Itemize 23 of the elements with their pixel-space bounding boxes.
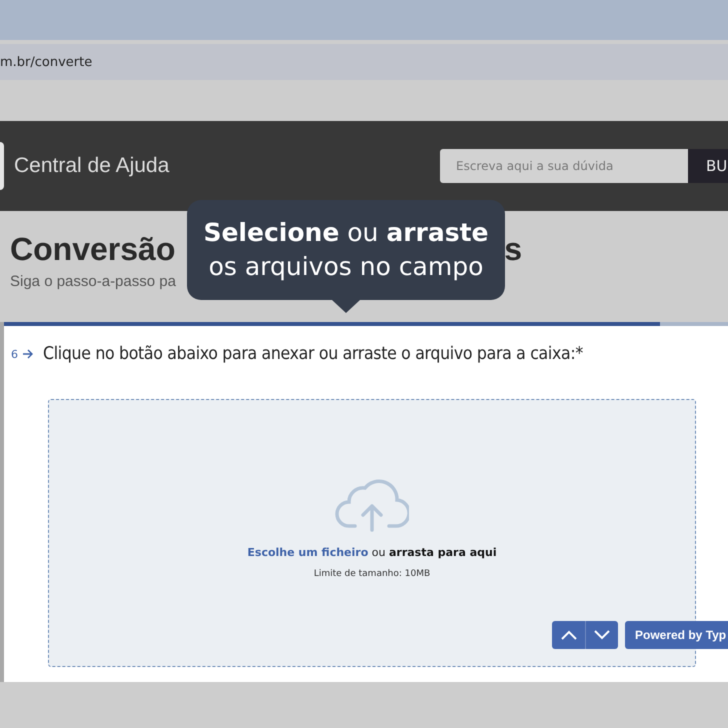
next-button[interactable]: [585, 621, 618, 649]
search-field[interactable]: Escreva aqui a sua dúvida: [440, 149, 688, 183]
tooltip: Selecione ou arraste os arquivos no campo: [187, 200, 505, 300]
arrow-icon: [22, 349, 34, 359]
chevron-down-icon: [593, 630, 611, 640]
size-limit-text: Limite de tamanho: 10MB: [314, 569, 430, 579]
choose-file-link[interactable]: Escolhe um ficheiro: [247, 546, 368, 559]
page-heading: s: [504, 231, 522, 267]
powered-by-button[interactable]: Powered by Typ: [625, 621, 728, 649]
previous-button[interactable]: [552, 621, 585, 649]
cloud-upload-icon: [335, 478, 409, 532]
url-text[interactable]: m.br/converte: [0, 54, 92, 70]
chevron-up-icon: [560, 630, 578, 640]
question-number: 6: [11, 348, 18, 360]
tooltip-pointer: [332, 300, 360, 313]
search-button[interactable]: BU: [688, 149, 728, 183]
page-subtitle: Siga o passo-a-passo pa: [10, 273, 177, 290]
logo-icon: [0, 142, 4, 190]
page-heading: Conversão: [10, 231, 176, 267]
upload-text: ou: [370, 546, 386, 559]
site-title: Central de Ajuda: [14, 154, 170, 178]
question-text: Clique no botão abaixo para anexar ou arraste o arquivo para a caixa:*: [43, 344, 583, 364]
upload-text: arrasta para aqui: [388, 546, 497, 559]
